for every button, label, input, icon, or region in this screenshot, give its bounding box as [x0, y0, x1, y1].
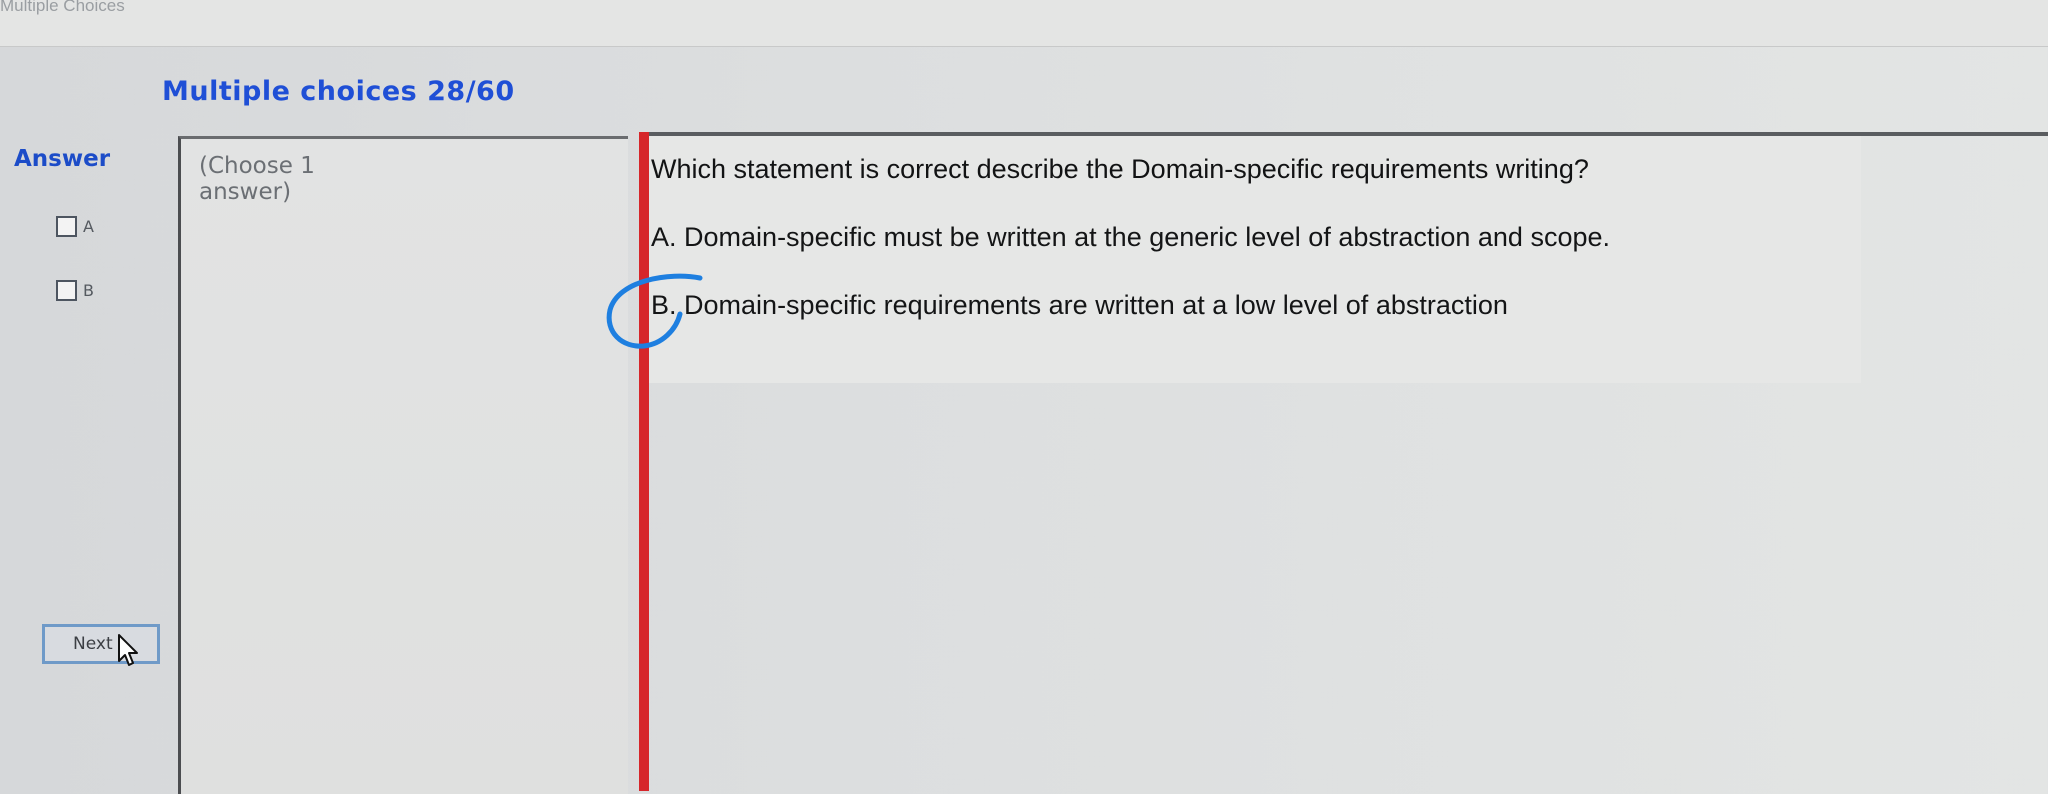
next-button-label: Next — [73, 634, 113, 654]
question-box: Which statement is correct describe the … — [649, 136, 1861, 383]
panel-divider — [639, 132, 649, 791]
question-text: Which statement is correct describe the … — [651, 154, 1589, 184]
answer-option-label: A — [83, 217, 94, 236]
answer-panel: Answer A B Next — [0, 130, 195, 791]
checkbox-a[interactable] — [56, 216, 77, 237]
title-bar: Multiple Choices — [0, 0, 2048, 47]
choice-text: Domain-specific must be written at the g… — [684, 222, 1610, 252]
page-title: Multiple choices 28/60 — [162, 76, 515, 107]
pen-circle-annotation — [606, 273, 703, 349]
choice-text: Domain-specific requirements are written… — [684, 290, 1508, 320]
instruction-text: (Choose 1 answer) — [199, 153, 315, 205]
choice-letter: A. — [651, 222, 677, 252]
choice-a: A. Domain-specific must be written at th… — [651, 222, 1610, 253]
checkbox-b[interactable] — [56, 280, 77, 301]
answer-option-b[interactable]: B — [56, 280, 94, 301]
answer-option-a[interactable]: A — [56, 216, 94, 237]
choice-b: B. Domain-specific requirements are writ… — [651, 290, 1508, 321]
mouse-pointer-icon — [118, 634, 138, 666]
instruction-panel: (Choose 1 answer) — [178, 136, 628, 794]
next-button[interactable]: Next — [42, 624, 160, 666]
answer-heading: Answer — [14, 146, 111, 172]
window-title: Multiple Choices — [0, 0, 125, 15]
answer-option-label: B — [83, 281, 94, 300]
question-panel: Which statement is correct describe the … — [649, 132, 2048, 791]
